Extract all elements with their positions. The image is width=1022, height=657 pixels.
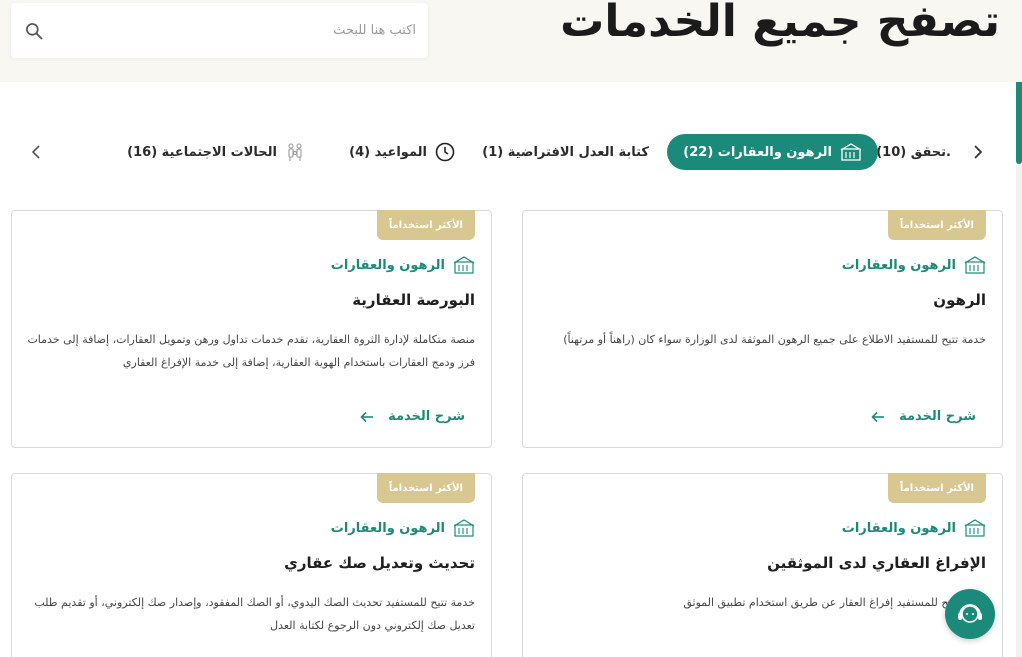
card-title: الرهون: [933, 291, 986, 309]
card-description: خدمة تتيح للمستفيد تحديث الصك اليدوي، أو…: [34, 596, 475, 632]
service-explanation-link[interactable]: شرح الخدمة: [360, 409, 465, 424]
arrow-left-icon: [871, 411, 885, 422]
card-category-label: الرهون والعقارات: [841, 257, 956, 273]
tab-label: كتابة العدل الافتراضية (1): [482, 144, 649, 160]
card-category: الرهون والعقارات: [331, 256, 475, 274]
tab-label: الحالات الاجتماعية (16): [127, 144, 277, 160]
tab-social-status[interactable]: الحالات الاجتماعية (16): [127, 134, 305, 170]
header-band: تصفح جميع الخدمات: [0, 0, 1022, 82]
tab-label: .تحقق (10): [876, 144, 951, 160]
category-tabs: .تحقق (10) الرهون والعقارات (22) كتابة ا…: [20, 132, 995, 172]
building-icon: [453, 519, 475, 537]
chevron-right-icon[interactable]: [26, 142, 46, 162]
building-icon: [840, 143, 862, 161]
most-used-badge: الأكثر استخداماً: [376, 210, 475, 240]
card-title: تحديث وتعديل صك عقاري: [284, 554, 475, 572]
card-category: الرهون والعقارات: [842, 256, 986, 274]
card-category-label: الرهون والعقارات: [330, 520, 445, 536]
card-category: الرهون والعقارات: [842, 519, 986, 537]
card-category-label: الرهون والعقارات: [330, 257, 445, 273]
most-used-badge: الأكثر استخداماً: [887, 210, 986, 240]
search-box[interactable]: [11, 3, 428, 58]
building-icon: [964, 519, 986, 537]
chevron-left-icon[interactable]: [968, 142, 988, 162]
search-input[interactable]: [58, 3, 428, 58]
service-card-real-estate-exchange[interactable]: الأكثر استخداماً الرهون والعقارات البورص…: [11, 210, 492, 448]
page-title: تصفح جميع الخدمات: [560, 0, 1000, 47]
building-icon: [964, 256, 986, 274]
building-icon: [453, 256, 475, 274]
card-description: خدمة تتيح للمستفيد إفراغ العقار عن طريق …: [683, 596, 986, 609]
card-description: خدمة تتيح للمستفيد الاطلاع على جميع الره…: [563, 333, 986, 346]
most-used-badge: الأكثر استخداماً: [887, 473, 986, 503]
tab-appointments[interactable]: المواعيد (4): [349, 134, 455, 170]
tab-mortgages-real-estate[interactable]: الرهون والعقارات (22): [667, 134, 878, 170]
card-description: منصة متكاملة لإدارة الثروة العقارية، تقد…: [27, 333, 475, 369]
service-explanation-link[interactable]: شرح الخدمة: [871, 409, 976, 424]
tab-virtual-notary[interactable]: كتابة العدل الافتراضية (1): [482, 134, 649, 170]
card-category: الرهون والعقارات: [331, 519, 475, 537]
family-icon: [288, 143, 302, 161]
link-label: شرح الخدمة: [899, 409, 976, 424]
support-chat-button[interactable]: [945, 589, 995, 639]
service-card-mortgages[interactable]: الأكثر استخداماً الرهون والعقارات الرهون…: [522, 210, 1003, 448]
clock-icon: [435, 142, 455, 162]
card-title: البورصة العقارية: [352, 291, 475, 309]
tab-verify[interactable]: .تحقق (10): [876, 134, 951, 170]
card-title: الإفراغ العقاري لدى الموثقين: [767, 554, 986, 572]
arrow-left-icon: [360, 411, 374, 422]
service-card-deed-update[interactable]: الأكثر استخداماً الرهون والعقارات تحديث …: [11, 473, 492, 657]
service-card-notary-transfer[interactable]: الأكثر استخداماً الرهون والعقارات الإفرا…: [522, 473, 1003, 657]
link-label: شرح الخدمة: [388, 409, 465, 424]
search-icon[interactable]: [24, 21, 44, 41]
card-category-label: الرهون والعقارات: [841, 520, 956, 536]
headset-icon: [958, 604, 982, 623]
tab-label: الرهون والعقارات (22): [683, 144, 832, 160]
tab-label: المواعيد (4): [349, 144, 427, 160]
most-used-badge: الأكثر استخداماً: [376, 473, 475, 503]
